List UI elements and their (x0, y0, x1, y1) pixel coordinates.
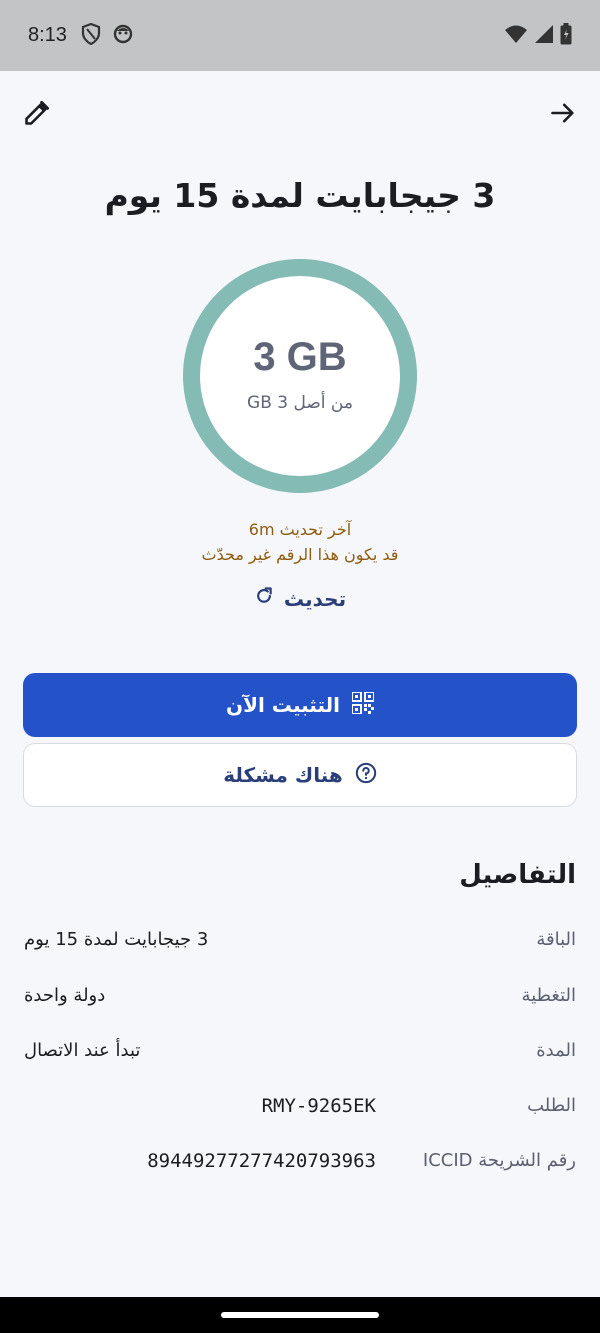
detail-label: المدة (536, 1040, 576, 1061)
last-updated-text: آخر تحديث 6m (248, 520, 352, 539)
battery-icon (560, 22, 572, 49)
detail-label: التغطية (521, 985, 576, 1006)
update-info: آخر تحديث 6m قد يكون هذا الرقم غير محدّث (0, 517, 600, 567)
home-handle[interactable] (221, 1312, 379, 1318)
iccid-number: 8944927727742079396З (147, 1150, 376, 1172)
status-time: 8:13 (28, 24, 67, 46)
detail-row-plan: الباقة 3 جيجابايت لمدة 15 يوم (24, 929, 576, 959)
remaining-data: 3 GB (253, 335, 347, 379)
install-now-label: التثبيت الآن (226, 693, 340, 717)
help-circle-icon (355, 762, 377, 789)
detail-label: الطلب (527, 1095, 576, 1116)
face-icon (113, 24, 133, 48)
refresh-label: تحديث (283, 586, 347, 611)
report-problem-label: هناك مشكلة (223, 763, 343, 787)
detail-row-order: الطلب RMY-9265EK (24, 1095, 576, 1125)
detail-value: دولة واحدة (24, 985, 106, 1006)
total-data: من أصل 3 GB (247, 393, 353, 413)
status-bar: 8:13 (0, 0, 600, 71)
detail-value: 3 جيجابايت لمدة 15 يوم (24, 929, 209, 950)
report-problem-button[interactable]: هناك مشكلة (23, 743, 577, 807)
detail-row-iccid: رقم الشريحة ICCID 8944927727742079396З (24, 1150, 576, 1180)
system-nav-bar (0, 1297, 600, 1333)
top-bar (0, 88, 600, 138)
refresh-button[interactable]: تحديث (0, 586, 600, 611)
detail-label: رقم الشريحة ICCID (422, 1150, 576, 1171)
signal-icon (534, 24, 554, 48)
wifi-icon (504, 24, 528, 48)
shield-icon (81, 22, 101, 49)
detail-label: الباقة (536, 929, 576, 950)
order-id: RMY-9265EK (261, 1095, 376, 1117)
detail-value: تبدأ عند الاتصال (24, 1040, 141, 1061)
install-now-button[interactable]: التثبيت الآن (23, 673, 577, 737)
arrow-right-icon[interactable] (548, 98, 578, 128)
detail-row-coverage: التغطية دولة واحدة (24, 985, 576, 1015)
stale-warning-text: قد يكون هذا الرقم غير محدّث (201, 545, 399, 564)
qr-code-icon (351, 690, 375, 719)
plan-title: 3 جيجابايت لمدة 15 يوم (104, 176, 496, 215)
pencil-icon[interactable] (22, 98, 52, 128)
refresh-icon (254, 586, 274, 611)
details-title: التفاصيل (459, 860, 576, 890)
detail-row-duration: المدة تبدأ عند الاتصال (24, 1040, 576, 1070)
